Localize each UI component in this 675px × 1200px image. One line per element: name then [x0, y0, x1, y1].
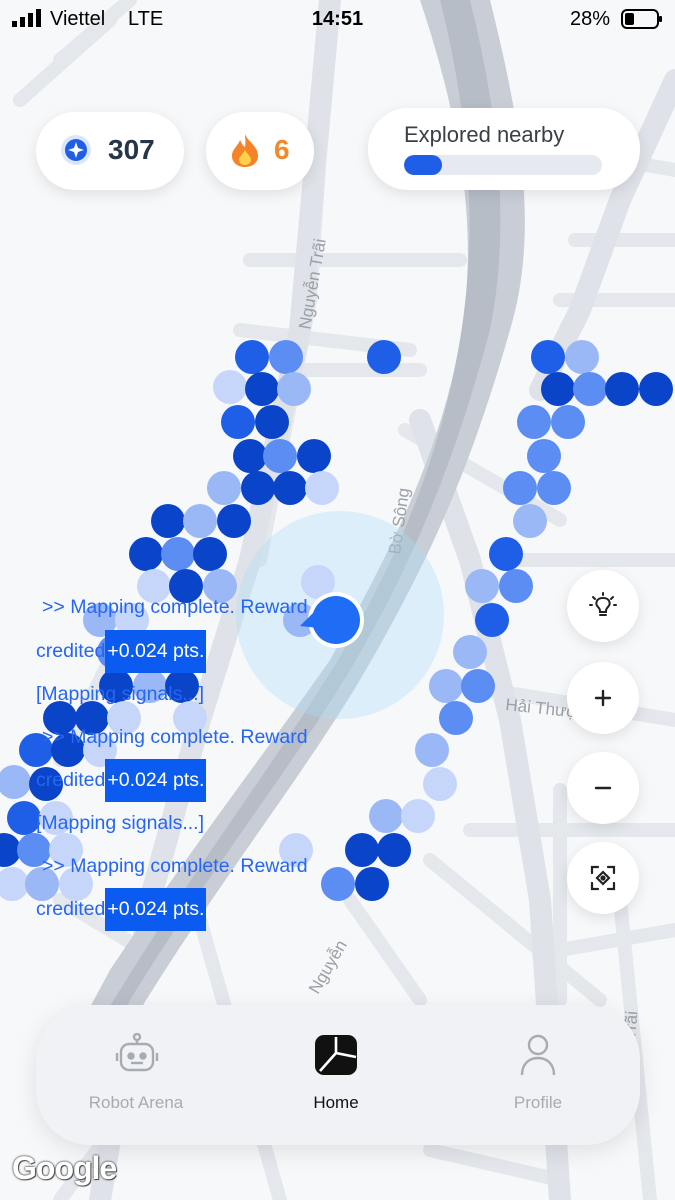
- explored-area-dot: [541, 372, 575, 406]
- explored-area-dot: [369, 799, 403, 833]
- log-line: >> Mapping complete. Reward: [42, 726, 308, 748]
- log-line: [Mapping signals...]: [36, 683, 205, 705]
- battery-icon: [621, 9, 662, 29]
- status-bar: Viettel LTE 14:51 28%: [0, 0, 675, 40]
- battery-percent: 28%: [570, 8, 611, 30]
- explored-area-dot: [499, 569, 533, 603]
- explored-area-dot: [255, 405, 289, 439]
- reward-highlight: +0.024 pts.: [105, 759, 207, 802]
- tab-home[interactable]: Home: [236, 1005, 436, 1145]
- explored-area-dot: [277, 372, 311, 406]
- explored-area-dot: [213, 370, 247, 404]
- explored-area-dot: [233, 439, 267, 473]
- target-icon: [590, 865, 616, 891]
- lightbulb-icon: [589, 592, 617, 616]
- explored-area-dot: [221, 405, 255, 439]
- explored-area-dot: [345, 833, 379, 867]
- explore-progress-fill: [404, 155, 442, 175]
- recenter-button[interactable]: [567, 842, 639, 914]
- explored-area-dot: [161, 537, 195, 571]
- explored-area-dot: [475, 603, 509, 637]
- tab-label: Robot Arena: [88, 1093, 184, 1112]
- explored-area-dot: [151, 504, 185, 538]
- explored-area-dot: [297, 439, 331, 473]
- explored-area-dot: [217, 504, 251, 538]
- explored-area-dot: [429, 669, 463, 703]
- explored-area-dot: [305, 471, 339, 505]
- log-line: credited +0.024 pts.: [36, 630, 207, 673]
- explored-area-dot: [565, 340, 599, 374]
- streak-value: 6: [274, 134, 290, 165]
- reward-highlight: +0.024 pts.: [105, 888, 207, 931]
- explored-area-dot: [465, 569, 499, 603]
- explored-area-dot: [183, 504, 217, 538]
- log-credited-text: credited: [36, 898, 106, 920]
- bottom-navigation: Robot Arena Home Profile: [36, 1005, 640, 1145]
- explored-area-dot: [573, 372, 607, 406]
- explored-area-dot: [453, 635, 487, 669]
- points-badge[interactable]: 307: [36, 112, 184, 190]
- explored-area-dot: [517, 405, 551, 439]
- zoom-out-button[interactable]: [567, 752, 639, 824]
- explored-area-dot: [321, 867, 355, 901]
- tab-label: Home: [313, 1093, 359, 1112]
- hint-button[interactable]: [567, 570, 639, 642]
- explore-label: Explored nearby: [404, 122, 565, 147]
- explored-area-dot: [605, 372, 639, 406]
- google-attribution: Google: [12, 1150, 117, 1186]
- log-line: credited +0.024 pts.: [36, 888, 207, 931]
- explored-area-dot: [439, 701, 473, 735]
- explored-area-dot: [269, 340, 303, 374]
- flame-icon: [232, 134, 258, 167]
- tab-robot-arena[interactable]: Robot Arena: [36, 1005, 236, 1145]
- log-credited-text: credited: [36, 640, 106, 662]
- explored-area-dot: [273, 471, 307, 505]
- explored-area-dot: [245, 372, 279, 406]
- explored-area-dot: [513, 504, 547, 538]
- explored-area-dot: [355, 867, 389, 901]
- explored-area-dot: [537, 471, 571, 505]
- explored-area-dot: [241, 471, 275, 505]
- explore-progress-bar: [404, 155, 602, 175]
- person-icon: [520, 1034, 556, 1076]
- home-logo-icon: [315, 1035, 357, 1075]
- explored-area-dot: [415, 733, 449, 767]
- explored-area-dot: [377, 833, 411, 867]
- tab-label: Profile: [513, 1093, 563, 1112]
- zoom-in-button[interactable]: [567, 662, 639, 734]
- sparkle-coin-icon: [61, 135, 91, 165]
- explored-area-dot: [551, 405, 585, 439]
- reward-highlight: +0.024 pts.: [105, 630, 207, 673]
- explored-area-dot: [401, 799, 435, 833]
- tab-profile[interactable]: Profile: [438, 1005, 638, 1145]
- explored-area-dot: [489, 537, 523, 571]
- explored-area-dot: [193, 537, 227, 571]
- minus-icon: [594, 786, 612, 790]
- explored-area-dot: [531, 340, 565, 374]
- points-value: 307: [108, 134, 155, 165]
- explored-area-dot: [263, 439, 297, 473]
- explored-area-dot: [367, 340, 401, 374]
- explored-area-dot: [639, 372, 673, 406]
- log-line: >> Mapping complete. Reward: [42, 855, 308, 877]
- log-line: credited +0.024 pts.: [36, 759, 207, 802]
- explored-area-dot: [235, 340, 269, 374]
- explored-area-dot: [207, 471, 241, 505]
- robot-icon: [115, 1033, 159, 1072]
- explored-area-dot: [129, 537, 163, 571]
- plus-icon: [594, 689, 612, 707]
- explored-area-dot: [527, 439, 561, 473]
- log-line: >> Mapping complete. Reward: [42, 596, 308, 618]
- streak-badge[interactable]: 6: [206, 112, 314, 190]
- log-line: [Mapping signals...]: [36, 812, 205, 834]
- log-credited-text: credited: [36, 769, 106, 791]
- explored-area-dot: [461, 669, 495, 703]
- explored-area-dot: [423, 767, 457, 801]
- explore-progress-card[interactable]: Explored nearby: [368, 108, 640, 190]
- explored-area-dot: [503, 471, 537, 505]
